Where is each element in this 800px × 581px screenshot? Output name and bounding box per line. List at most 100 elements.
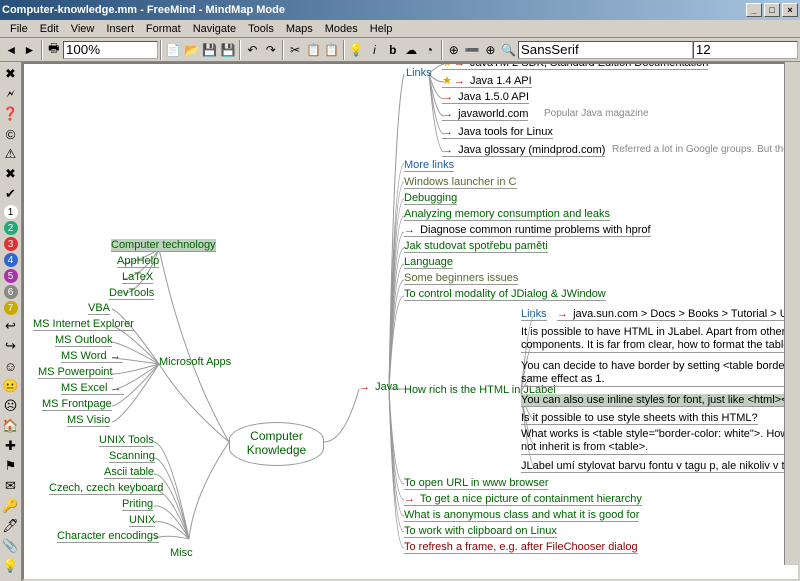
undo-side-icon[interactable]: 🗲 — [2, 85, 20, 103]
warn-icon[interactable]: ⚠ — [2, 145, 20, 163]
node-refresh[interactable]: To refresh a frame, e.g. after FileChoos… — [404, 541, 638, 554]
menu-tools[interactable]: Tools — [242, 21, 280, 37]
cloud-icon[interactable]: ☁ — [402, 40, 420, 60]
root-node[interactable]: ComputerKnowledge — [229, 422, 324, 466]
node-icon[interactable]: ⊕ — [445, 40, 463, 60]
node-unix[interactable]: UNIX — [129, 514, 155, 527]
node-msapps[interactable]: Microsoft Apps — [159, 356, 231, 368]
mail-icon[interactable]: ✉ — [2, 477, 20, 495]
info-icon[interactable]: © — [2, 125, 20, 143]
node-czech[interactable]: Czech, czech keyboard — [49, 482, 163, 495]
node-link3[interactable]: → Java 1.5.0 API — [442, 91, 529, 104]
node-printing[interactable]: Priting — [122, 498, 153, 511]
minimize-button[interactable]: _ — [746, 3, 762, 17]
menu-help[interactable]: Help — [364, 21, 399, 37]
color-icon[interactable]: ◔ — [420, 40, 438, 60]
child-icon[interactable]: ➖ — [463, 40, 481, 60]
node-unixtools[interactable]: UNIX Tools — [99, 434, 154, 447]
node-apphelp[interactable]: AppHelp — [117, 255, 159, 268]
home-icon[interactable]: 🏠 — [2, 417, 20, 435]
prio7-icon[interactable]: 7 — [4, 301, 18, 315]
maximize-button[interactable]: □ — [764, 3, 780, 17]
menu-maps[interactable]: Maps — [280, 21, 319, 37]
lock-icon[interactable]: 🖊 — [2, 517, 20, 535]
node-begiss[interactable]: Some beginners issues — [404, 272, 518, 285]
node-html6[interactable]: JLabel umí stylovat barvu fontu v tagu p… — [521, 460, 800, 473]
lightbulb-icon[interactable]: 💡 — [2, 557, 20, 575]
menu-file[interactable]: File — [4, 21, 34, 37]
node-latex[interactable]: LaTeX — [122, 271, 153, 284]
node-msfront[interactable]: MS Frontpage — [42, 398, 112, 411]
menu-edit[interactable]: Edit — [34, 21, 65, 37]
redo-icon[interactable]: ↷ — [262, 40, 280, 60]
back-side-icon[interactable]: ↩ — [2, 317, 20, 335]
sad-icon[interactable]: ☹ — [2, 397, 20, 415]
print-icon[interactable]: 🖶 — [45, 40, 63, 60]
remove-icon[interactable]: ✖ — [2, 65, 20, 83]
node-links[interactable]: Links — [406, 67, 432, 79]
node-more[interactable]: More links — [404, 159, 454, 172]
stop-icon[interactable]: ✖ — [2, 165, 20, 183]
node-java[interactable]: → Java — [359, 381, 398, 393]
node-link2[interactable]: ★→ Java 1.4 API — [442, 74, 532, 88]
node-link4[interactable]: → javaworld.com — [442, 108, 528, 121]
node-html5[interactable]: What works is <table style="border-color… — [521, 428, 800, 455]
node-jak[interactable]: Jak studovat spotřebu paměti — [404, 240, 548, 253]
node-link6[interactable]: → Java glossary (mindprod.com) — [442, 144, 605, 157]
menu-insert[interactable]: Insert — [100, 21, 140, 37]
node-javalink[interactable]: → java.sun.com > Docs > Books > Tutorial… — [557, 308, 800, 321]
prio1-icon[interactable]: 1 — [4, 205, 18, 219]
node-links2[interactable]: Links — [521, 308, 547, 321]
font-select[interactable] — [518, 41, 693, 59]
cut-icon[interactable]: ✂ — [286, 40, 304, 60]
fwd-side-icon[interactable]: ↪ — [2, 337, 20, 355]
paste-icon[interactable]: 📋 — [323, 40, 341, 60]
prio6-icon[interactable]: 6 — [4, 285, 18, 299]
undo-icon[interactable]: ↶ — [243, 40, 261, 60]
menu-modes[interactable]: Modes — [319, 21, 364, 37]
node-devtools[interactable]: DevTools — [109, 287, 154, 300]
menu-view[interactable]: View — [65, 21, 101, 37]
node-msvisio[interactable]: MS Visio — [67, 414, 110, 427]
node-msexcel[interactable]: MS Excel → — [61, 382, 124, 395]
node-html1[interactable]: It is possible to have HTML in JLabel. A… — [521, 326, 800, 353]
bold-icon[interactable]: b — [384, 40, 402, 60]
node-clip[interactable]: To work with clipboard on Linux — [404, 525, 557, 538]
node-html3[interactable]: You can also use inline styles for font,… — [521, 394, 800, 407]
node-ascii[interactable]: Ascii table — [104, 466, 154, 479]
node-modal[interactable]: To control modality of JDialog & JWindow — [404, 288, 606, 301]
node-html2[interactable]: You can decide to have border by setting… — [521, 360, 800, 387]
vertical-scrollbar[interactable] — [784, 62, 800, 565]
close-button[interactable]: × — [782, 3, 798, 17]
node-msppt[interactable]: MS Powerpoint — [38, 366, 113, 379]
help-icon[interactable]: ❓ — [2, 105, 20, 123]
edit-icon[interactable]: 📎 — [2, 537, 20, 555]
fontsize-select[interactable] — [693, 41, 798, 59]
node-computer-technology[interactable]: Computer technology — [111, 239, 216, 252]
neutral-icon[interactable]: 😐 — [2, 377, 20, 395]
flag-icon[interactable]: ⚑ — [2, 457, 20, 475]
node-link5[interactable]: → Java tools for Linux — [442, 126, 553, 139]
zoom-select[interactable] — [63, 41, 158, 59]
node-openurl[interactable]: To open URL in www browser — [404, 477, 548, 490]
prio4-icon[interactable]: 4 — [4, 253, 18, 267]
open-icon[interactable]: 📂 — [182, 40, 200, 60]
key-icon[interactable]: 🔑 — [2, 497, 20, 515]
node-vba[interactable]: VBA — [88, 302, 110, 315]
ok-icon[interactable]: ✔ — [2, 185, 20, 203]
sibling-icon[interactable]: ⊕ — [481, 40, 499, 60]
saveas-icon[interactable]: 💾 — [219, 40, 237, 60]
node-lang[interactable]: Language — [404, 256, 453, 269]
plus-red-icon[interactable]: ✚ — [2, 437, 20, 455]
idea-icon[interactable]: 💡 — [347, 40, 365, 60]
prio5-icon[interactable]: 5 — [4, 269, 18, 283]
italic-icon[interactable]: i — [365, 40, 383, 60]
new-icon[interactable]: 📄 — [164, 40, 182, 60]
smile-icon[interactable]: ☺ — [2, 357, 20, 375]
prio3-icon[interactable]: 3 — [4, 237, 18, 251]
node-anamem[interactable]: Analyzing memory consumption and leaks — [404, 208, 610, 221]
mindmap-canvas[interactable]: ComputerKnowledge Computer technology Ap… — [22, 62, 800, 581]
node-diag[interactable]: → Diagnose common runtime problems with … — [404, 224, 651, 237]
menu-format[interactable]: Format — [140, 21, 187, 37]
back-icon[interactable]: ◄ — [2, 40, 20, 60]
